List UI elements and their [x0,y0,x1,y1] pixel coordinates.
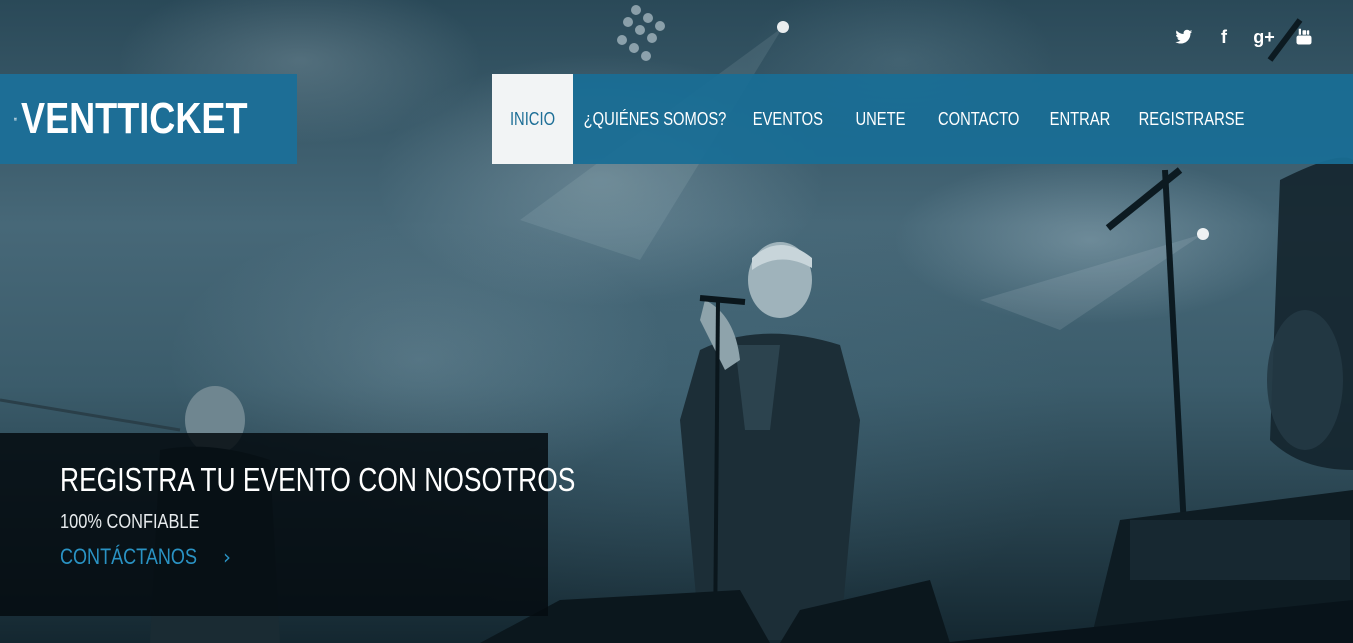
nav-item-registrarse[interactable]: REGISTRARSE [1127,74,1257,164]
nav-item-quienes-somos[interactable]: ¿QUIÉNES SOMOS? [573,74,737,164]
nav-item-contacto[interactable]: CONTACTO [923,74,1034,164]
chevron-right-icon: › [223,545,232,569]
google-plus-icon[interactable]: g+ [1253,26,1275,48]
twitter-icon[interactable] [1173,26,1195,48]
ticket-calendar-icon [14,117,17,121]
nav-item-eventos[interactable]: EVENTOS [737,74,839,164]
contact-cta-link[interactable]: CONTÁCTANOS › [60,544,548,570]
nav-item-unete[interactable]: UNETE [839,74,923,164]
hero-caption: REGISTRA TU EVENTO CON NOSOTROS 100% CON… [0,433,575,616]
hero-subtitle: 100% CONFIABLE [60,511,200,533]
nav-item-entrar[interactable]: ENTRAR [1034,74,1127,164]
brand-logo[interactable]: VENTTICKET [0,74,297,164]
nav-item-inicio[interactable]: INICIO [492,74,573,164]
social-links: f g+ [1173,26,1315,48]
facebook-icon[interactable]: f [1213,26,1235,48]
main-navigation: INICIO ¿QUIÉNES SOMOS? EVENTOS UNETE CON… [492,74,1353,164]
youtube-icon[interactable] [1293,26,1315,48]
contact-cta-label: CONTÁCTANOS [60,544,197,569]
hero-title: REGISTRA TU EVENTO CON NOSOTROS [60,461,576,498]
brand-name: VENTTICKET [20,94,248,143]
